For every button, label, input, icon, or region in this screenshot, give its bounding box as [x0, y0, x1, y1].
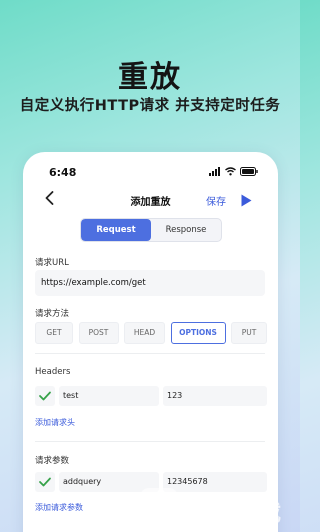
- watermark-text: 一听下载: [186, 500, 282, 526]
- add-param-button[interactable]: 添加请求参数: [35, 502, 83, 513]
- watermark-logo-icon: [140, 488, 178, 526]
- check-icon: [39, 391, 51, 401]
- headers-label: Headers: [35, 367, 71, 377]
- tab-request[interactable]: Request: [81, 219, 151, 241]
- save-button[interactable]: 保存: [206, 193, 226, 208]
- header-value-input[interactable]: 123: [163, 386, 267, 406]
- play-button[interactable]: [241, 192, 252, 211]
- request-response-toggle: Request Response: [80, 218, 222, 242]
- header-checkbox[interactable]: [35, 386, 55, 406]
- wifi-icon: [225, 167, 236, 176]
- phone-screen: 6:48 添加重放 保存 Request Response 请求URL http…: [23, 152, 278, 532]
- page-title: 添加重放: [130, 197, 171, 208]
- hero-title: 重放: [118, 60, 182, 95]
- tab-response[interactable]: Response: [151, 219, 221, 241]
- param-checkbox[interactable]: [35, 472, 55, 492]
- method-put[interactable]: PUT: [231, 322, 267, 344]
- hero-subtitle: 自定义执行HTTP请求 并支持定时任务: [19, 98, 281, 114]
- header-row: test 123: [35, 386, 267, 406]
- method-selector: GET POST HEAD OPTIONS PUT: [35, 322, 267, 344]
- method-get[interactable]: GET: [35, 322, 73, 344]
- status-time: 6:48: [49, 166, 77, 179]
- nav-bar: 添加重放 保存: [23, 190, 278, 212]
- divider: [35, 353, 265, 354]
- url-label: 请求URL: [35, 258, 69, 268]
- battery-icon: [240, 167, 258, 176]
- check-icon: [39, 477, 51, 487]
- method-head[interactable]: HEAD: [124, 322, 165, 344]
- divider: [35, 441, 265, 442]
- params-label: 请求参数: [35, 456, 70, 466]
- watermark: 一听下载: [140, 488, 300, 528]
- status-bar: 6:48: [49, 166, 258, 180]
- status-icons: [209, 167, 258, 176]
- method-post[interactable]: POST: [78, 322, 119, 344]
- add-header-button[interactable]: 添加请求头: [35, 417, 75, 428]
- url-input[interactable]: https://example.com/get: [35, 270, 265, 296]
- header-key-input[interactable]: test: [59, 386, 159, 406]
- method-label: 请求方法: [35, 309, 70, 319]
- signal-icon: [209, 167, 220, 176]
- method-options[interactable]: OPTIONS: [170, 322, 226, 344]
- play-icon: [241, 194, 252, 207]
